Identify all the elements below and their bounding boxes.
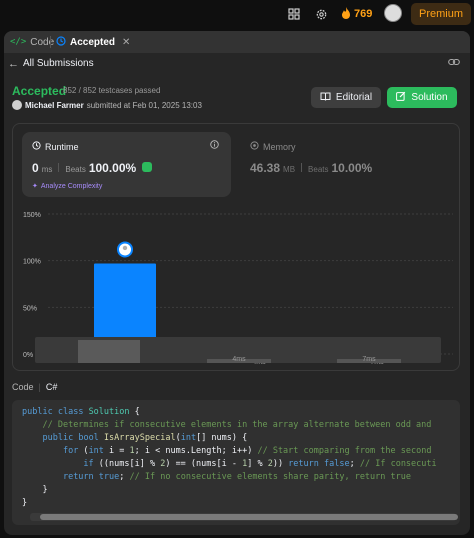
arrow-left-icon[interactable]: ← bbox=[8, 58, 19, 70]
streak-count: 769 bbox=[354, 8, 373, 20]
runtime-card[interactable]: Runtime 0 ms Beats 100.00% ✦ Analyze Com… bbox=[22, 132, 231, 197]
scrollbar-thumb[interactable] bbox=[40, 514, 458, 520]
code-line: public class Solution { bbox=[22, 407, 140, 417]
book-icon bbox=[320, 92, 331, 104]
user-avatar bbox=[12, 100, 22, 110]
status-label: Accepted bbox=[12, 84, 67, 98]
tab-code[interactable]: </> Code bbox=[10, 31, 54, 53]
solution-button[interactable]: Solution bbox=[387, 87, 457, 108]
memory-title[interactable]: Memory bbox=[250, 141, 296, 152]
gear-icon[interactable] bbox=[313, 6, 329, 22]
runtime-unit: ms bbox=[41, 165, 53, 174]
code-line: for (int i = 1; i < nums.Length; i++) //… bbox=[62, 446, 432, 456]
y-tick-label: 100% bbox=[23, 259, 41, 266]
memory-unit: MB bbox=[283, 165, 296, 174]
testcases-text: 852 / 852 testcases passed bbox=[63, 86, 161, 95]
submission-panel: </> Code Accepted ✕ ← All Submissions Ac… bbox=[4, 31, 470, 535]
grid-icon[interactable] bbox=[286, 6, 302, 22]
y-tick-label: 150% bbox=[23, 212, 41, 219]
divider bbox=[58, 163, 60, 172]
all-submissions-link[interactable]: All Submissions bbox=[23, 58, 94, 69]
overview-label: 7ms bbox=[362, 356, 376, 363]
tab-divider bbox=[50, 36, 51, 48]
code-line: // Determines if consecutive elements in… bbox=[42, 420, 432, 430]
y-tick-label: 0% bbox=[23, 352, 33, 359]
code-line: if ((nums[i] % 2) == (nums[i - 1] % 2)) … bbox=[83, 459, 437, 469]
fire-icon bbox=[341, 6, 351, 22]
user-marker-head bbox=[122, 245, 128, 251]
editorial-label: Editorial bbox=[335, 92, 373, 103]
code-header-label: Code bbox=[12, 382, 34, 392]
stats-panel: Runtime 0 ms Beats 100.00% ✦ Analyze Com… bbox=[12, 123, 460, 371]
streak-counter[interactable]: 769 bbox=[341, 5, 372, 23]
runtime-beats-label: Beats bbox=[65, 165, 86, 174]
memory-value: 46.38 bbox=[250, 161, 281, 175]
close-icon[interactable]: ✕ bbox=[122, 37, 130, 48]
code-line: return true; // If no consecutive elemen… bbox=[62, 472, 411, 482]
runtime-beats-value: 100.00% bbox=[88, 161, 137, 175]
user-name[interactable]: Michael Farmer bbox=[25, 101, 84, 110]
analyze-label: Analyze Complexity bbox=[40, 182, 103, 190]
edit-icon bbox=[396, 91, 406, 104]
avatar[interactable] bbox=[384, 4, 402, 22]
divider: | bbox=[38, 382, 41, 392]
code-viewer[interactable]: public class Solution { // Determines if… bbox=[12, 400, 460, 525]
code-line: } bbox=[22, 485, 48, 495]
tab-bar: </> Code Accepted ✕ bbox=[4, 31, 470, 53]
memory-beats-label: Beats bbox=[308, 165, 329, 174]
submitter-info: Michael Farmer submitted at Feb 01, 2025… bbox=[12, 100, 202, 110]
range-navigator-highlight bbox=[78, 340, 140, 363]
code-line: } bbox=[22, 498, 28, 508]
submission-header: ← All Submissions bbox=[4, 53, 470, 75]
code-header: Code | C# bbox=[12, 382, 57, 392]
chip-icon bbox=[250, 141, 259, 152]
code-icon: </> bbox=[10, 37, 27, 47]
memory-value-row: 46.38 MB Beats 10.00% bbox=[250, 161, 372, 175]
submitted-time: submitted at Feb 01, 2025 13:03 bbox=[86, 100, 202, 110]
runtime-distribution-chart[interactable]: 150%100%50%0%4ms7ms4ms7ms bbox=[13, 199, 459, 369]
runtime-value: 0 bbox=[32, 161, 39, 175]
runtime-value-row: 0 ms Beats 100.00% bbox=[32, 161, 153, 175]
horizontal-scrollbar[interactable] bbox=[30, 513, 458, 521]
code-line: public bool IsArraySpecial(int[] nums) { bbox=[42, 433, 248, 443]
info-icon[interactable] bbox=[210, 140, 219, 151]
y-tick-label: 50% bbox=[23, 305, 37, 312]
divider bbox=[301, 163, 303, 172]
tab-accepted[interactable]: Accepted ✕ bbox=[56, 31, 130, 53]
link-icon[interactable] bbox=[448, 57, 460, 70]
top-bar: 769 Premium bbox=[0, 0, 474, 28]
overview-label: 4ms bbox=[232, 356, 246, 363]
history-icon bbox=[56, 35, 66, 49]
editorial-button[interactable]: Editorial bbox=[311, 87, 381, 108]
language-label: C# bbox=[45, 382, 58, 392]
solution-label: Solution bbox=[411, 92, 448, 103]
runtime-title-label: Runtime bbox=[45, 141, 79, 152]
memory-title-label: Memory bbox=[263, 141, 296, 152]
leaf-icon bbox=[142, 162, 153, 172]
tab-accepted-label: Accepted bbox=[70, 36, 116, 48]
analyze-complexity-link[interactable]: ✦ Analyze Complexity bbox=[32, 182, 103, 191]
premium-button[interactable]: Premium bbox=[411, 3, 471, 25]
runtime-title: Runtime bbox=[32, 141, 79, 152]
sparkle-icon: ✦ bbox=[32, 183, 38, 190]
memory-beats-value: 10.00% bbox=[331, 161, 373, 175]
clock-icon bbox=[32, 141, 41, 152]
